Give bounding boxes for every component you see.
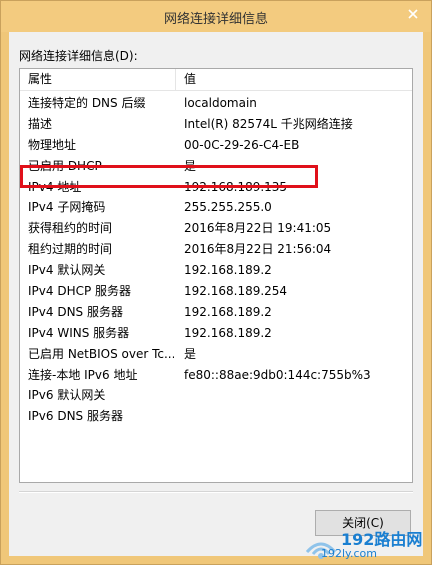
close-icon [408,9,418,19]
list-row[interactable]: 租约过期的时间 2016年8月22日 21:56:04 [20,239,412,260]
highlight-annotation [20,165,318,188]
list-row[interactable]: 连接-本地 IPv6 地址 fe80::88ae:9db0:144c:755b%3 [20,365,412,386]
list-row[interactable]: IPv4 WINS 服务器 192.168.189.2 [20,323,412,344]
details-list[interactable]: 属性 值 连接特定的 DNS 后缀 localdomain 描述 Intel(R) 8… [19,68,413,483]
list-rows: 连接特定的 DNS 后缀 localdomain 描述 Intel(R) 82574L… [20,93,412,427]
divider [19,491,413,493]
row-value: 是 [184,346,197,361]
network-details-dialog: 网络连接详细信息 网络连接详细信息(D): 属性 值 连接特定的 DNS 后缀 l… [0,0,432,565]
watermark-url: 192ly.com [321,547,377,560]
row-property: 连接特定的 DNS 后缀 [28,96,146,110]
list-row[interactable]: 已启用 NetBIOS over Tc... 是 [20,344,412,365]
row-value: fe80::88ae:9db0:144c:755b%3 [184,367,371,382]
row-value: 2016年8月22日 21:56:04 [184,242,332,257]
column-header-value[interactable]: 值 [176,69,412,90]
row-value: 192.168.189.2 [184,304,272,319]
row-value: 192.168.189.254 [184,284,288,299]
list-row[interactable]: IPv4 子网掩码 255.255.255.0 [20,197,412,218]
row-property: IPv4 默认网关 [28,263,106,278]
row-property: 物理地址 [28,137,77,152]
close-window-button[interactable] [401,4,425,24]
row-value: 192.168.189.2 [184,325,272,340]
list-row[interactable]: 物理地址 00-0C-29-26-C4-EB [20,135,412,156]
details-group-label: 网络连接详细信息(D): [19,49,138,63]
list-row[interactable]: IPv4 DNS 服务器 192.168.189.2 [20,302,412,323]
row-value: Intel(R) 82574L 千兆网络连接 [184,116,353,131]
row-value: 192.168.189.2 [184,263,272,278]
row-value: 00-0C-29-26-C4-EB [184,137,300,152]
row-property: 租约过期的时间 [28,242,113,257]
list-row[interactable]: IPv6 默认网关 [20,385,412,406]
row-value: 255.255.255.0 [184,200,272,215]
row-property: 描述 [28,116,53,131]
list-header: 属性 值 [20,69,412,91]
row-property: 已启用 NetBIOS over Tc... [28,346,174,361]
title-bar[interactable]: 网络连接详细信息 [1,1,431,32]
row-property: IPv4 子网掩码 [28,200,106,215]
list-row[interactable]: 连接特定的 DNS 后缀 localdomain [20,93,412,114]
row-value: 2016年8月22日 19:41:05 [184,221,332,236]
row-property: IPv6 DNS 服务器 [28,409,123,424]
row-property: IPv4 DNS 服务器 [28,304,123,319]
column-header-property[interactable]: 属性 [20,69,176,90]
list-row[interactable]: IPv4 默认网关 192.168.189.2 [20,260,412,281]
row-property: IPv4 WINS 服务器 [28,325,130,340]
list-row[interactable]: 获得租约的时间 2016年8月22日 19:41:05 [20,218,412,239]
row-property: IPv4 DHCP 服务器 [28,284,132,299]
dialog-body: 网络连接详细信息(D): 属性 值 连接特定的 DNS 后缀 localdomai… [9,32,423,556]
row-property: 连接-本地 IPv6 地址 [28,367,138,382]
list-row[interactable]: 描述 Intel(R) 82574L 千兆网络连接 [20,114,412,135]
row-property: IPv6 默认网关 [28,388,106,403]
row-property: 获得租约的时间 [28,221,113,236]
window-title: 网络连接详细信息 [163,12,268,27]
watermark: 192路由网 192ly.com [301,526,429,564]
list-row[interactable]: IPv6 DNS 服务器 [20,406,412,427]
list-row[interactable]: IPv4 DHCP 服务器 192.168.189.254 [20,281,412,302]
row-value: localdomain [184,96,257,110]
